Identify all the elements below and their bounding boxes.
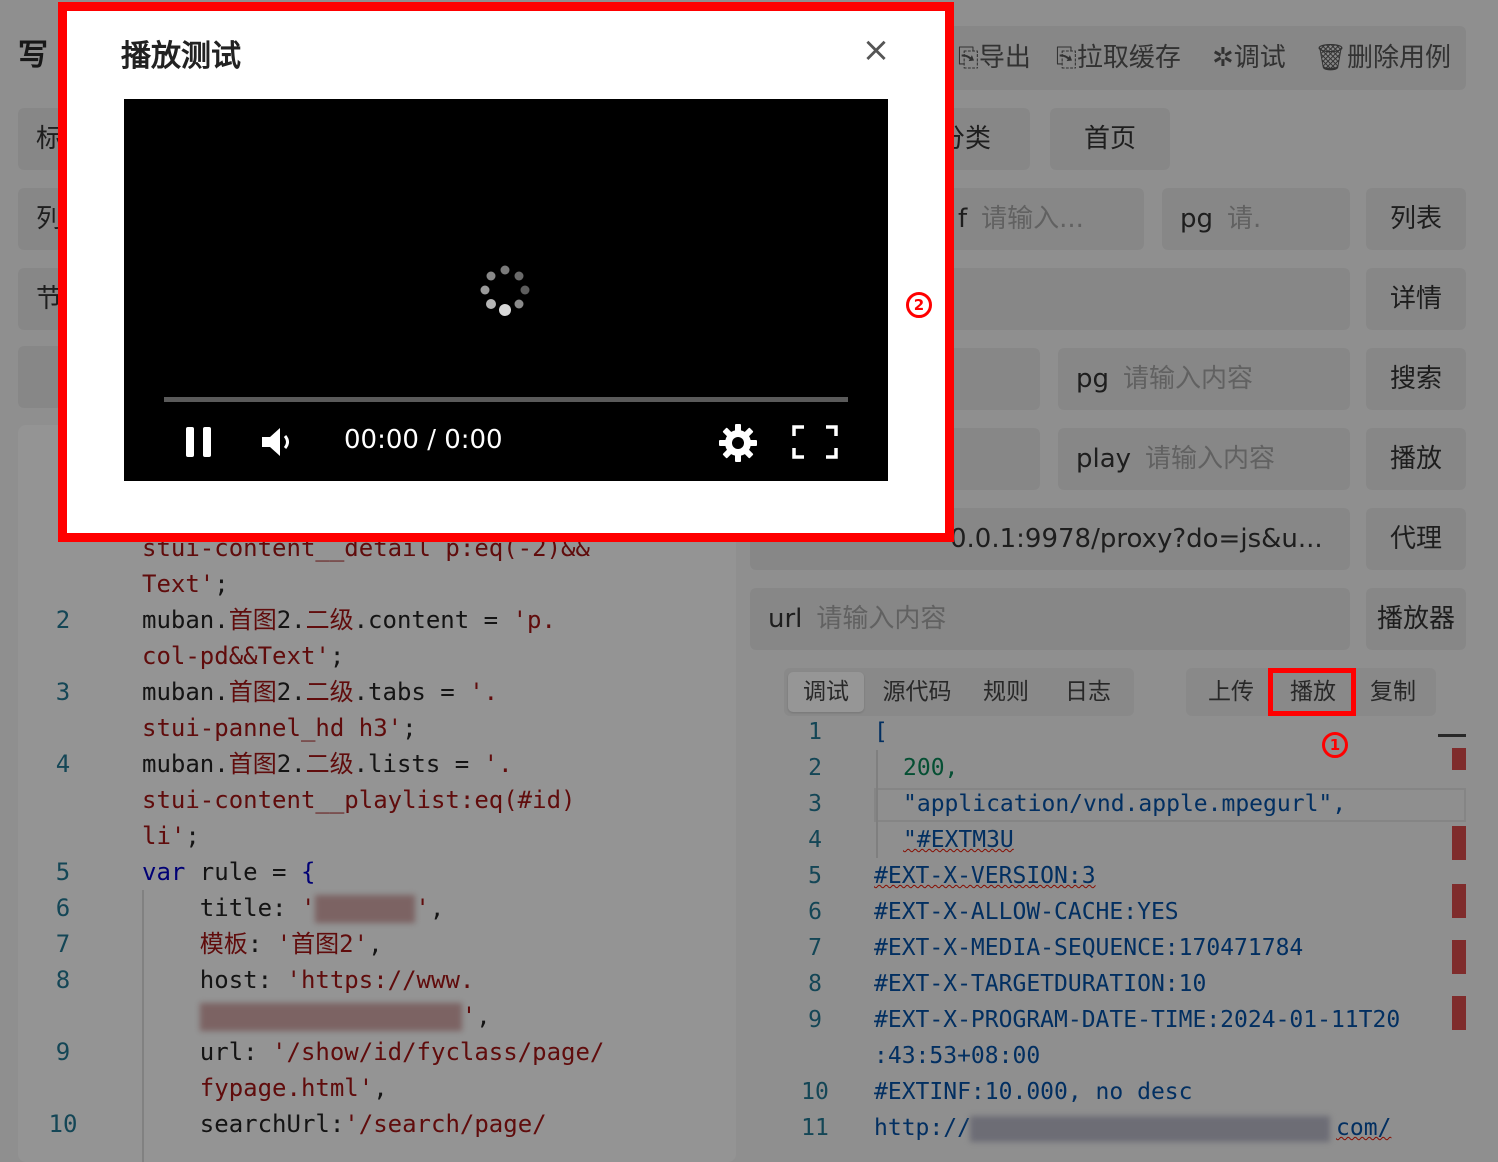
volume-icon[interactable] [260,425,296,459]
settings-gear-icon[interactable] [718,423,758,463]
dialog-title: 播放测试 [121,39,241,74]
close-icon[interactable]: × [859,33,893,67]
fullscreen-icon[interactable] [792,425,838,459]
step-marker-two: 2 [906,292,932,318]
play-test-dialog: 播放测试 × 00:00 / 0:00 [58,2,954,542]
play-test-highlight [1268,668,1356,716]
step-marker-one: 1 [1322,732,1348,758]
video-player[interactable]: 00:00 / 0:00 [124,99,888,481]
time-display: 00:00 / 0:00 [344,425,503,455]
pause-icon[interactable] [184,425,214,459]
progress-bar[interactable] [164,397,848,402]
loading-spinner-icon [480,265,530,316]
